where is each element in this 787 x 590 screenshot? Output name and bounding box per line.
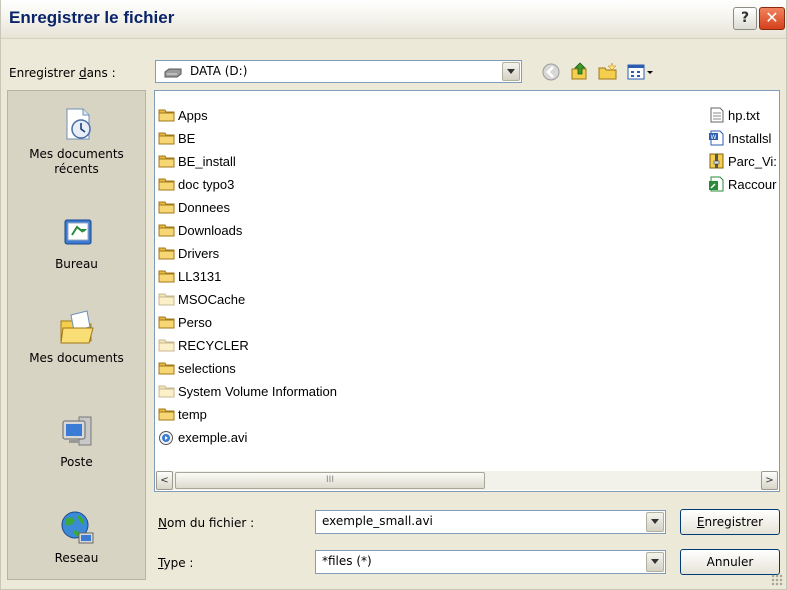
save-file-dialog: Enregistrer le fichier ? ✕ Enregistrer d… xyxy=(0,0,787,590)
file-name: Parc_Vi: xyxy=(728,154,777,169)
file-name: LL3131 xyxy=(178,269,222,284)
save-in-value: DATA (D:) xyxy=(190,64,248,78)
new-folder-icon[interactable] xyxy=(598,62,618,82)
file-name: doc typo3 xyxy=(178,177,235,192)
folder-icon xyxy=(158,268,176,284)
save-in-label: Enregistrer dans : xyxy=(9,66,116,80)
folder-icon xyxy=(158,406,176,422)
save-button[interactable]: Enregistrer xyxy=(680,509,780,535)
folder-icon xyxy=(158,176,176,192)
filename-value: exemple_small.avi xyxy=(322,514,433,528)
resize-grip[interactable] xyxy=(771,574,783,586)
place-network[interactable]: Reseau xyxy=(8,509,145,565)
place-my-documents[interactable]: Mes documents xyxy=(8,309,145,365)
filename-label-post: om du fichier : xyxy=(166,516,255,530)
save-in-label-post: ans : xyxy=(86,66,116,80)
save-button-label: nregistrer xyxy=(704,515,764,529)
file-name: Downloads xyxy=(178,223,243,238)
place-recent-documents[interactable]: Mes documents récents xyxy=(8,105,145,177)
save-in-dropdown-arrow[interactable] xyxy=(502,62,520,81)
file-name: BE_install xyxy=(178,154,236,169)
save-in-dropdown[interactable]: DATA (D:) xyxy=(155,60,522,83)
file-name: hp.txt xyxy=(728,108,760,123)
folder-icon xyxy=(158,383,176,399)
shortcut-file-icon xyxy=(708,176,726,192)
archive-file-icon xyxy=(708,153,726,169)
network-icon xyxy=(57,509,97,547)
folder-icon xyxy=(158,291,176,307)
filename-field[interactable]: exemple_small.avi xyxy=(315,510,666,534)
save-button-key: E xyxy=(696,515,705,529)
file-name: BE xyxy=(178,131,196,146)
computer-icon xyxy=(57,413,97,451)
file-name: RECYCLER xyxy=(178,338,249,353)
file-name: Installsl xyxy=(728,131,772,146)
text-file-icon xyxy=(708,107,726,123)
place-label: Poste xyxy=(60,455,93,469)
desktop-icon xyxy=(57,215,97,253)
file-name: MSOCache xyxy=(178,292,246,307)
filename-label: Nom du fichier : xyxy=(158,516,254,530)
help-button[interactable]: ? xyxy=(733,7,757,30)
file-name: Apps xyxy=(178,108,208,123)
up-folder-icon[interactable] xyxy=(570,61,590,81)
type-label: Type : xyxy=(158,556,193,570)
filename-dropdown-arrow[interactable] xyxy=(646,512,664,532)
type-select[interactable]: *files (*) xyxy=(315,550,666,574)
cancel-button[interactable]: Annuler xyxy=(680,549,780,575)
drive-icon xyxy=(163,67,183,78)
file-name: Donnees xyxy=(178,200,231,215)
place-label: Mes documents xyxy=(29,351,124,365)
recent-documents-icon xyxy=(57,105,97,143)
folder-icon xyxy=(158,130,176,146)
close-button[interactable]: ✕ xyxy=(759,7,785,30)
place-desktop[interactable]: Bureau xyxy=(8,215,145,271)
folder-icon xyxy=(158,337,176,353)
places-bar: Mes documents récents Bureau Mes documen… xyxy=(7,90,146,580)
title-bar[interactable]: Enregistrer le fichier ? ✕ xyxy=(1,0,786,39)
file-name: exemple.avi xyxy=(178,430,248,445)
view-menu-icon[interactable] xyxy=(627,62,655,82)
filename-label-key: N xyxy=(158,516,167,530)
file-name: System Volume Information xyxy=(178,384,337,399)
folder-icon xyxy=(158,107,176,123)
horizontal-scrollbar[interactable]: < III > xyxy=(156,471,778,490)
file-list[interactable]: Apps BE BE_installdoc typo3 Donnees Download… xyxy=(154,90,780,492)
video-file-icon xyxy=(158,429,176,445)
file-name: selections xyxy=(178,361,236,376)
file-name: Drivers xyxy=(178,246,220,261)
place-label: Bureau xyxy=(55,257,98,271)
dialog-title: Enregistrer le fichier xyxy=(9,8,175,27)
svg-text:W: W xyxy=(711,134,717,141)
type-value: *files (*) xyxy=(322,554,372,568)
scroll-thumb[interactable]: III xyxy=(175,472,485,489)
type-label-post: ype : xyxy=(163,556,194,570)
file-name: temp xyxy=(178,407,207,422)
back-icon[interactable] xyxy=(541,62,561,82)
folder-icon xyxy=(158,360,176,376)
place-computer[interactable]: Poste xyxy=(8,413,145,469)
scroll-left-button[interactable]: < xyxy=(156,471,173,490)
place-label: Mes documents récents xyxy=(29,147,124,176)
folder-icon xyxy=(158,222,176,238)
folder-icon xyxy=(158,245,176,261)
save-in-label-pre: Enregistrer xyxy=(9,66,79,80)
save-in-label-key: d xyxy=(78,66,87,80)
file-name: Perso xyxy=(178,315,212,330)
my-documents-icon xyxy=(57,309,97,347)
type-dropdown-arrow[interactable] xyxy=(646,552,664,572)
folder-icon xyxy=(158,314,176,330)
scroll-right-button[interactable]: > xyxy=(761,471,778,490)
folder-icon xyxy=(158,199,176,215)
place-label: Reseau xyxy=(54,551,99,565)
folder-icon xyxy=(158,153,176,169)
word-file-icon: W xyxy=(708,130,726,146)
file-name: Raccour xyxy=(728,177,777,192)
